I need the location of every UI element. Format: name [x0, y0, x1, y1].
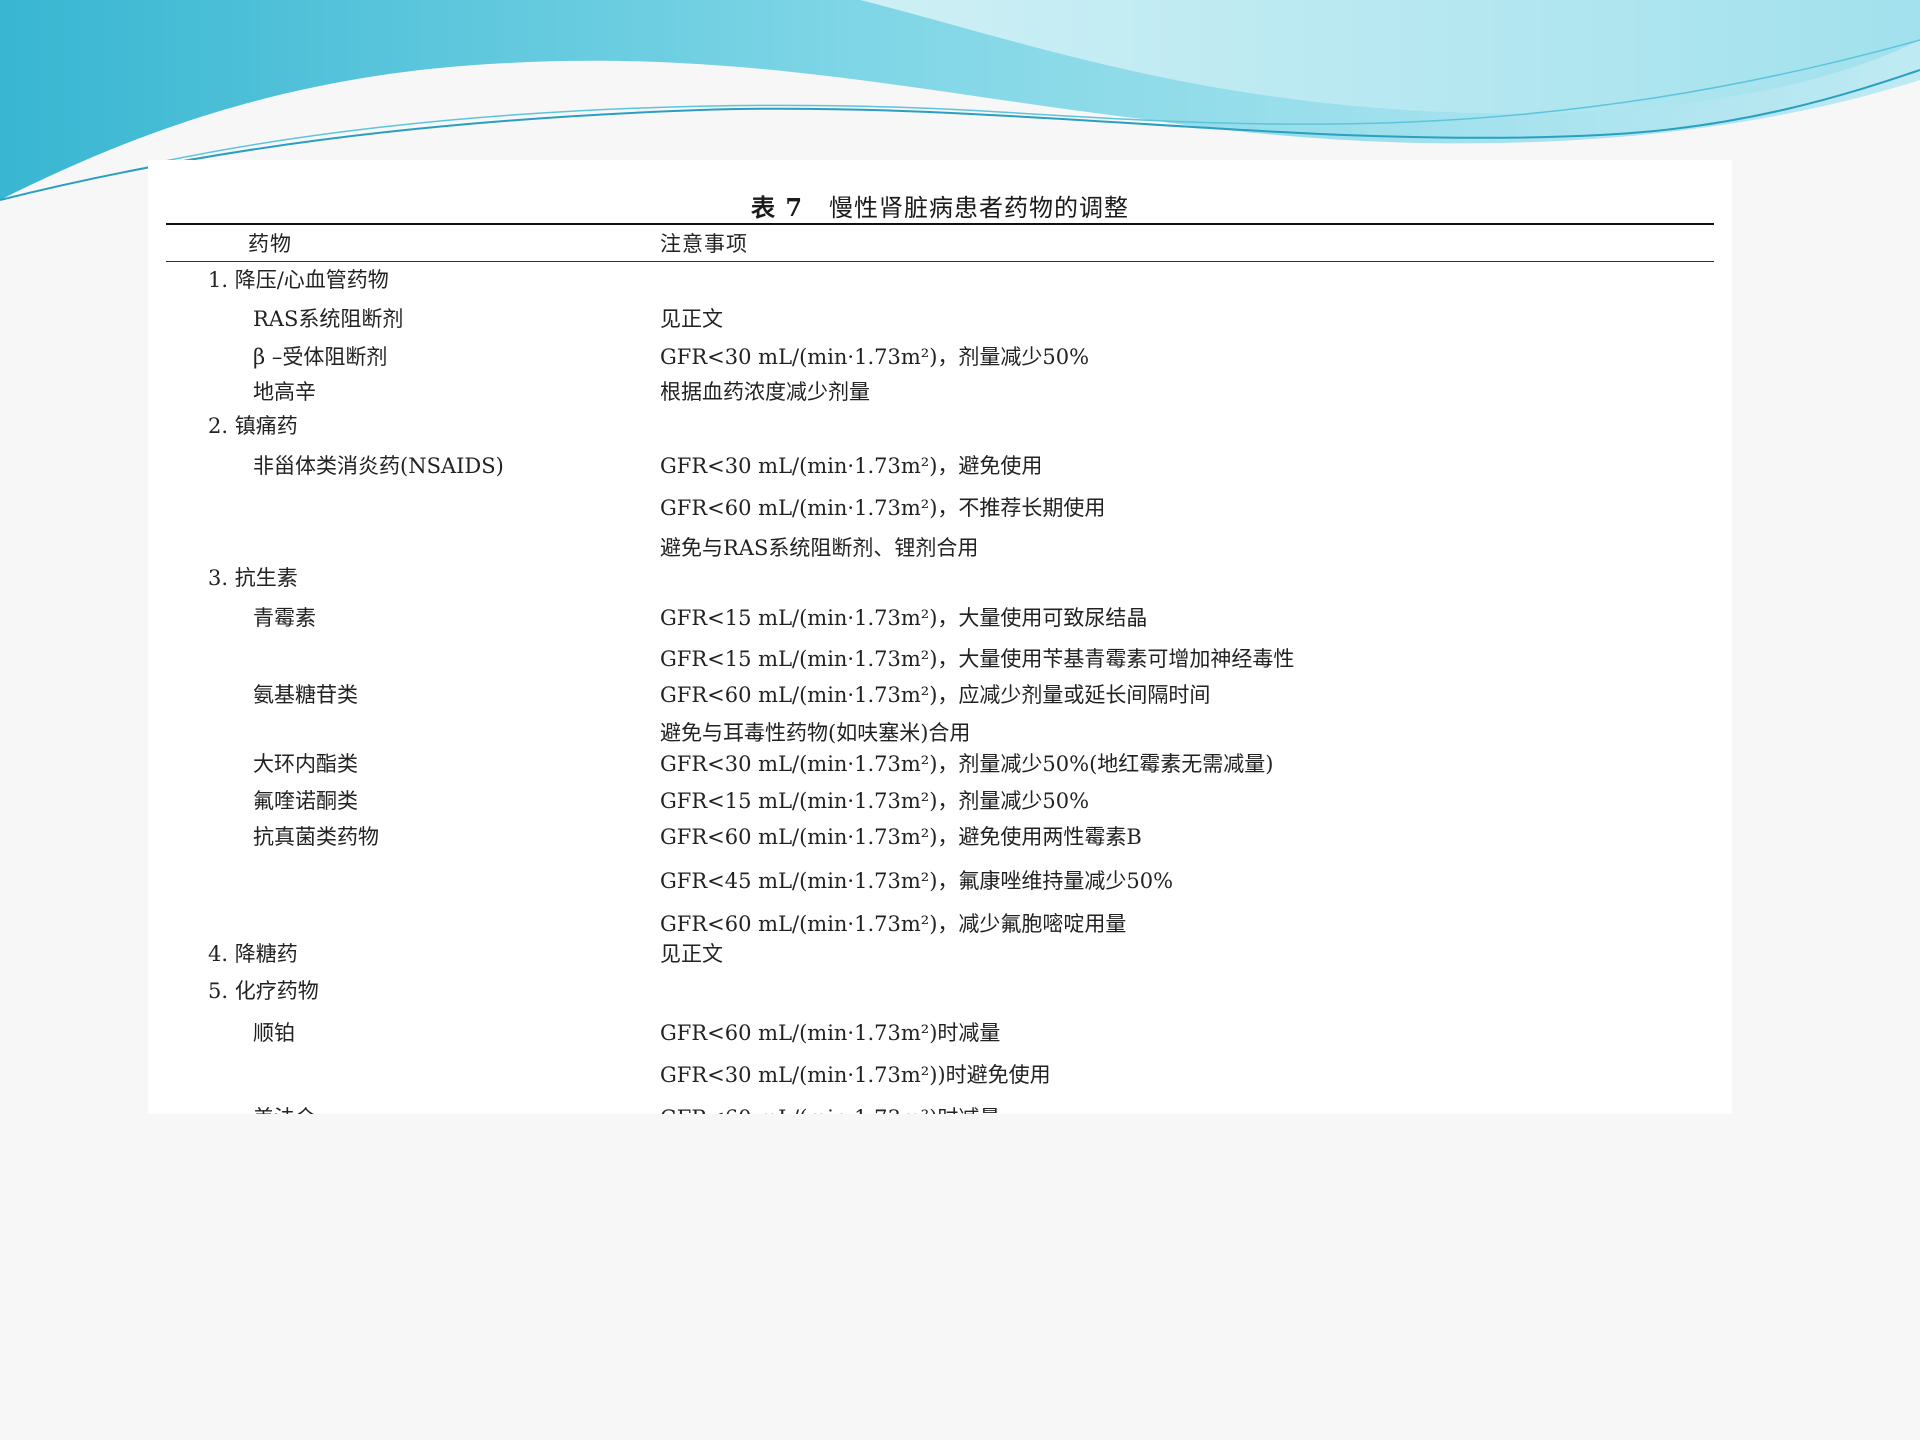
dosage-note: GFR<60 mL/(min·1.73m²)，避免使用两性霉素B	[660, 825, 1142, 849]
table-row: 1. 降压/心血管药物	[148, 264, 1732, 296]
dosage-note: GFR<60 mL/(min·1.73m²)时减量	[660, 1021, 1001, 1045]
table-row: 地高辛 根据血药浓度减少剂量	[148, 376, 1732, 408]
drug-name: 顺铂	[253, 1021, 295, 1045]
table-row: 避免与RAS系统阻断剂、锂剂合用	[148, 532, 1732, 564]
dosage-note: GFR<15 mL/(min·1.73m²)，大量使用苄基青霉素可增加神经毒性	[660, 647, 1295, 671]
drug-name: 氟喹诺酮类	[253, 789, 358, 813]
drug-name: 地高辛	[253, 380, 316, 404]
drug-name: 非甾体类消炎药(NSAIDS)	[253, 454, 504, 478]
dosage-note: GFR<30 mL/(min·1.73m²)，剂量减少50%	[660, 345, 1090, 369]
table-row: 大环内酯类 GFR<30 mL/(min·1.73m²)，剂量减少50%(地红霉素…	[148, 748, 1732, 780]
table-row: 氟喹诺酮类 GFR<15 mL/(min·1.73m²)，剂量减少50%	[148, 785, 1732, 817]
drug-name: 美法仑	[253, 1102, 316, 1114]
drug-name: β –受体阻断剂	[253, 345, 388, 369]
drug-name: RAS系统阻断剂	[253, 307, 404, 331]
dosage-note: GFR<60 mL/(min·1.73m²)，应减少剂量或延长间隔时间	[660, 683, 1211, 707]
category-label: 4. 降糖药	[208, 942, 298, 966]
dosage-note: GFR<60 mL/(min·1.73m²)时减量	[660, 1102, 1000, 1114]
table-row: GFR<15 mL/(min·1.73m²)，大量使用苄基青霉素可增加神经毒性	[148, 643, 1732, 675]
table-row: 2. 镇痛药	[148, 410, 1732, 442]
table-row: 顺铂 GFR<60 mL/(min·1.73m²)时减量	[148, 1017, 1732, 1049]
dosage-note: 避免与RAS系统阻断剂、锂剂合用	[660, 536, 979, 560]
drug-name: 抗真菌类药物	[253, 825, 379, 849]
drug-name: 大环内酯类	[253, 752, 358, 776]
table-row: 氨基糖苷类 GFR<60 mL/(min·1.73m²)，应减少剂量或延长间隔时间	[148, 679, 1732, 711]
table-row: 美法仑 GFR<60 mL/(min·1.73m²)时减量	[148, 1102, 1732, 1114]
dosage-note: GFR<30 mL/(min·1.73m²)，剂量减少50%(地红霉素无需减量)	[660, 752, 1274, 776]
dosage-note: GFR<15 mL/(min·1.73m²)，大量使用可致尿结晶	[660, 606, 1148, 630]
scanned-table-image: 表 7 慢性肾脏病患者药物的调整 药物 注意事项 1. 降压/心血管药物 RAS系统…	[148, 160, 1732, 1114]
table-row: RAS系统阻断剂 见正文	[148, 303, 1732, 335]
table-row: GFR<45 mL/(min·1.73m²)，氟康唑维持量减少50%	[148, 865, 1732, 897]
table-row: 避免与耳毒性药物(如呋塞米)合用	[148, 717, 1732, 749]
drug-name: 氨基糖苷类	[253, 683, 358, 707]
dosage-note: GFR<15 mL/(min·1.73m²)，剂量减少50%	[660, 789, 1090, 813]
table-row: 3. 抗生素	[148, 562, 1732, 594]
dosage-note: GFR<60 mL/(min·1.73m²)，不推荐长期使用	[660, 496, 1106, 520]
dosage-note: 见正文	[660, 942, 723, 966]
dosage-note: GFR<30 mL/(min·1.73m²))时避免使用	[660, 1063, 1051, 1087]
dosage-note: GFR<45 mL/(min·1.73m²)，氟康唑维持量减少50%	[660, 869, 1174, 893]
dosage-note: 见正文	[660, 307, 723, 331]
drug-name: 青霉素	[253, 606, 316, 630]
table-row: GFR<30 mL/(min·1.73m²))时避免使用	[148, 1059, 1732, 1091]
dosage-note: GFR<30 mL/(min·1.73m²)，避免使用	[660, 454, 1043, 478]
category-label: 2. 镇痛药	[208, 414, 298, 438]
category-label: 5. 化疗药物	[208, 979, 319, 1003]
table-row: 5. 化疗药物	[148, 975, 1732, 1007]
table-row: GFR<60 mL/(min·1.73m²)，不推荐长期使用	[148, 492, 1732, 524]
dosage-note: GFR<60 mL/(min·1.73m²)，减少氟胞嘧啶用量	[660, 912, 1127, 936]
table-row: 青霉素 GFR<15 mL/(min·1.73m²)，大量使用可致尿结晶	[148, 602, 1732, 634]
dosage-note: 避免与耳毒性药物(如呋塞米)合用	[660, 721, 971, 745]
category-label: 3. 抗生素	[208, 566, 298, 590]
table-row: 4. 降糖药 见正文	[148, 938, 1732, 970]
table-row: 抗真菌类药物 GFR<60 mL/(min·1.73m²)，避免使用两性霉素B	[148, 821, 1732, 853]
category-label: 1. 降压/心血管药物	[208, 268, 389, 292]
dosage-note: 根据血药浓度减少剂量	[660, 380, 870, 404]
table-row: β –受体阻断剂 GFR<30 mL/(min·1.73m²)，剂量减少50%	[148, 341, 1732, 373]
table-row: GFR<60 mL/(min·1.73m²)，减少氟胞嘧啶用量	[148, 908, 1732, 940]
table-body: 1. 降压/心血管药物 RAS系统阻断剂 见正文 β –受体阻断剂 GFR<30 mL/…	[148, 160, 1732, 1114]
table-row: 非甾体类消炎药(NSAIDS) GFR<30 mL/(min·1.73m²)，避免…	[148, 450, 1732, 482]
